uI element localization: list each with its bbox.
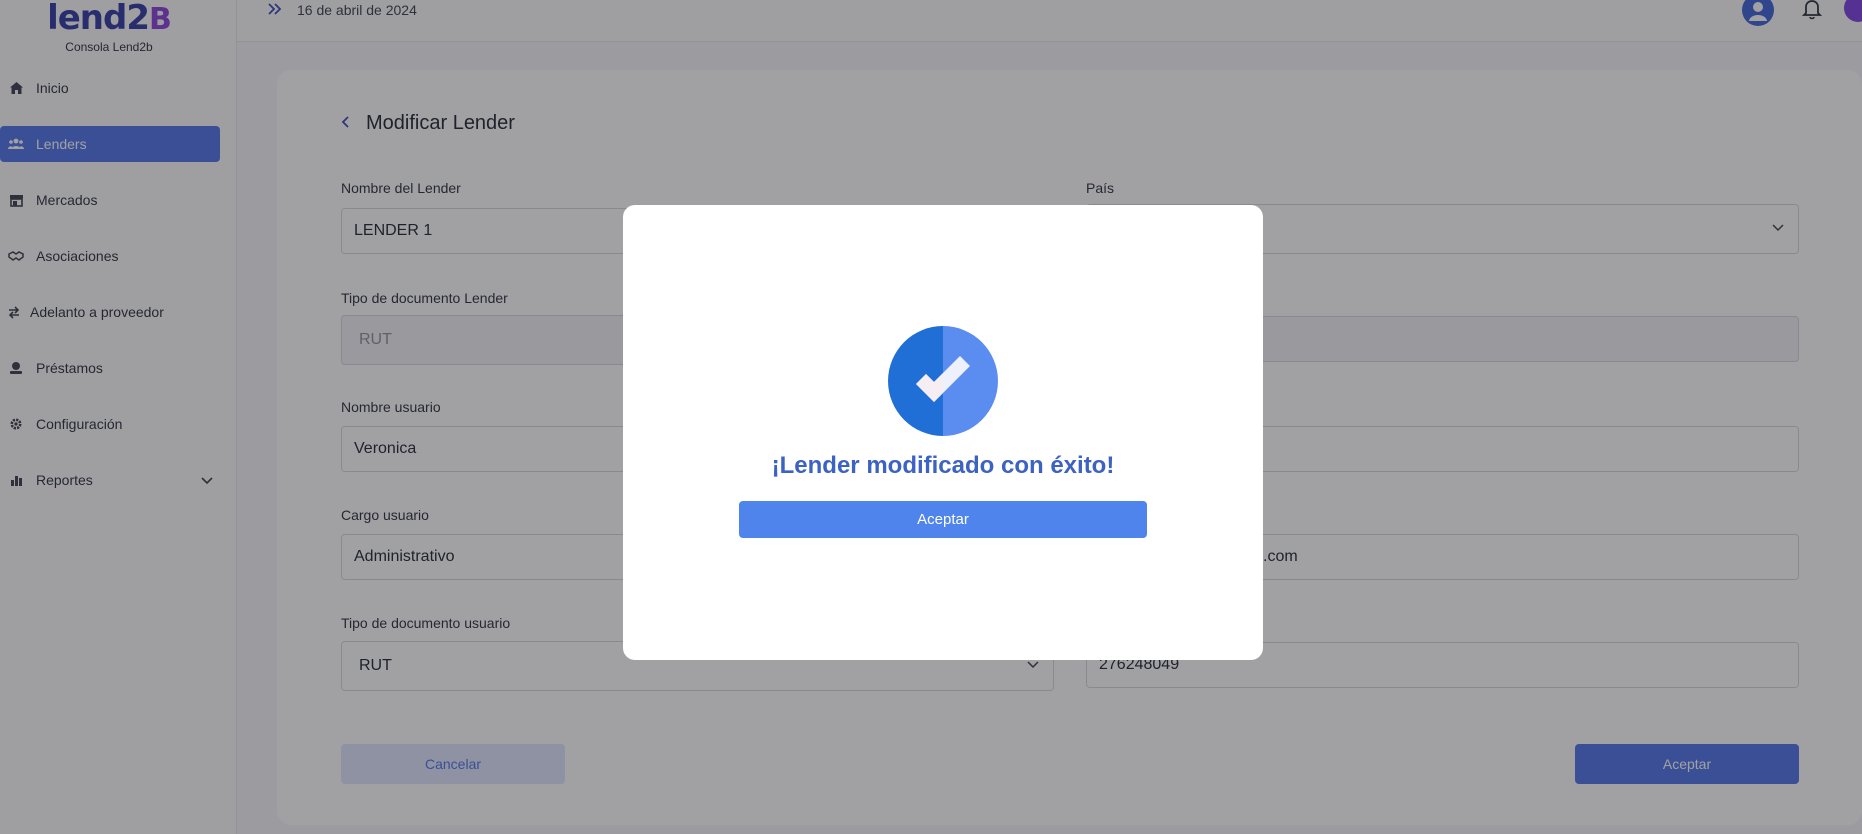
success-message: ¡Lender modificado con éxito! (771, 452, 1115, 479)
success-modal: ¡Lender modificado con éxito! Aceptar (623, 205, 1263, 660)
modal-accept-button[interactable]: Aceptar (739, 501, 1147, 538)
success-check-icon (888, 326, 998, 436)
